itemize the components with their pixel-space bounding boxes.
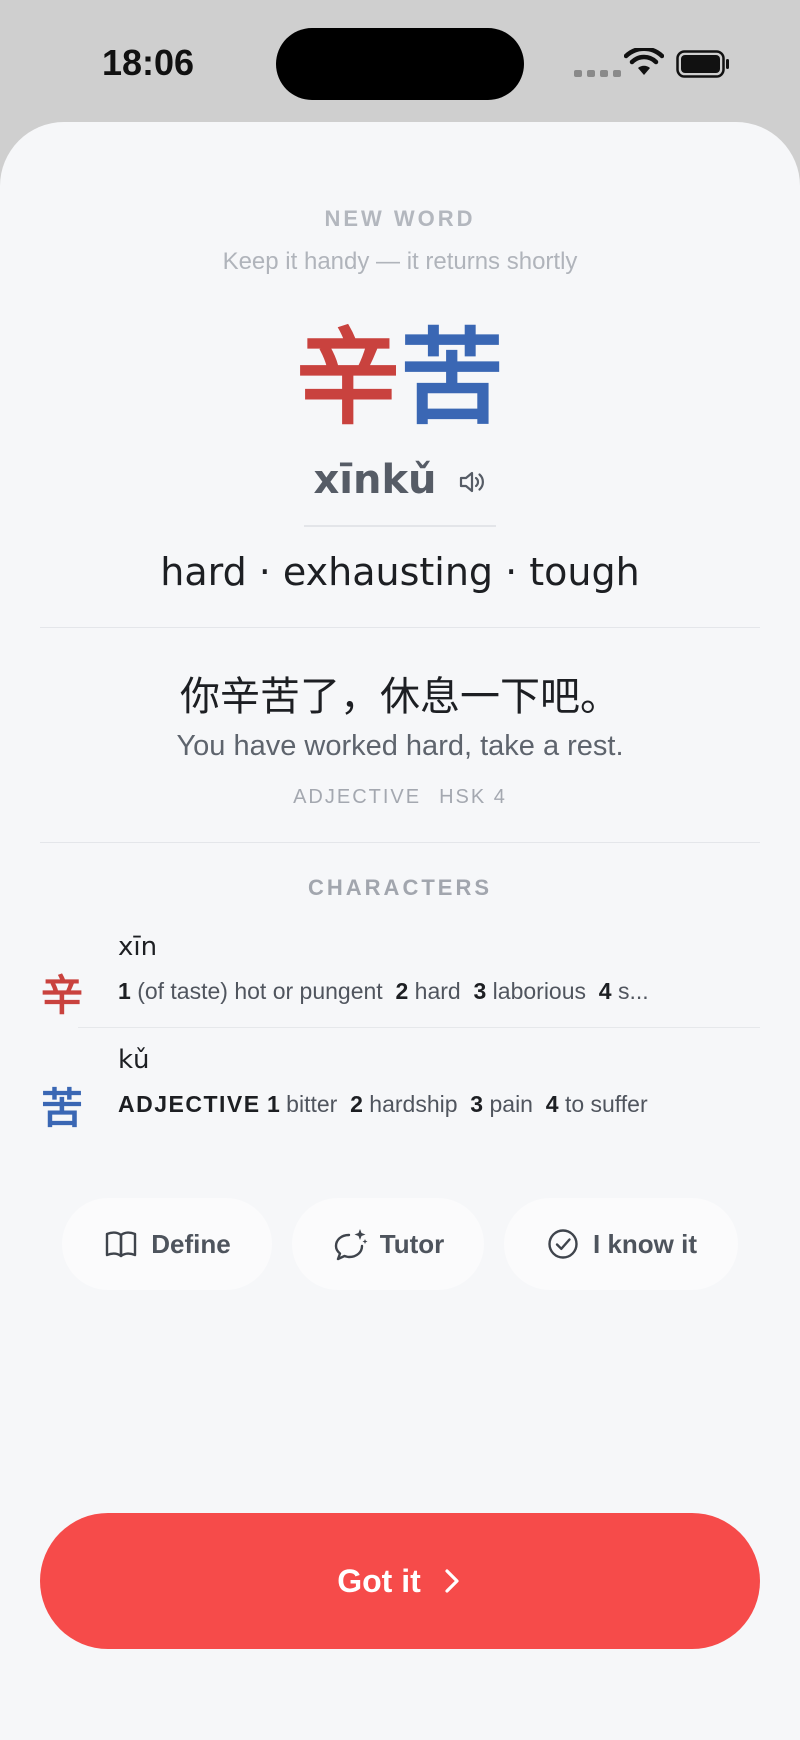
speaker-icon[interactable]	[457, 467, 487, 497]
eyebrow-label: NEW WORD	[324, 206, 476, 231]
character-glyph: 苦	[40, 1084, 83, 1133]
define-button[interactable]: Define	[62, 1198, 272, 1290]
i-know-it-button[interactable]: I know it	[504, 1198, 738, 1290]
got-it-label: Got it	[337, 1562, 421, 1599]
character-pinyin: kǔ	[118, 1045, 150, 1075]
dynamic-island	[276, 28, 524, 100]
character-row[interactable]: 苦 kǔ ADJECTIVE 1 bitter 2 hardship 3 pai…	[40, 1045, 760, 1153]
word-pinyin: xīnkǔ	[313, 457, 437, 503]
example-sentence-english: You have worked hard, take a rest.	[176, 730, 624, 762]
word-char-2: 苦	[400, 317, 505, 439]
characters-section-title: CHARACTERS	[308, 875, 492, 900]
subtitle: Keep it handy — it returns shortly	[222, 248, 578, 275]
example-sentence-chinese: 你辛苦了，休息一下吧。	[180, 674, 620, 720]
part-of-speech-tag: ADJECTIVE	[293, 786, 422, 808]
word-char-1: 辛	[295, 317, 400, 439]
pinyin-row: xīnkǔ	[0, 452, 800, 508]
chevron-right-icon	[445, 1569, 459, 1593]
character-definitions: ADJECTIVE 1 bitter 2 hardship 3 pain 4 t…	[118, 1091, 648, 1117]
define-label: Define	[151, 1228, 231, 1259]
i-know-it-label: I know it	[593, 1228, 697, 1259]
got-it-button[interactable]: Got it	[40, 1513, 760, 1649]
character-definitions: 1 (of taste) hot or pungent 2 hard 3 lab…	[118, 978, 649, 1004]
status-time: 18:06	[102, 42, 195, 83]
chat-sparkle-icon	[334, 1229, 368, 1261]
pinyin-divider	[304, 525, 496, 527]
wifi-icon	[624, 48, 664, 75]
word-characters: 辛苦	[0, 318, 800, 438]
battery-icon	[676, 50, 729, 78]
character-row[interactable]: 辛 xīn 1 (of taste) hot or pungent 2 hard…	[40, 932, 760, 1040]
hsk-level-tag: HSK 4	[439, 786, 507, 808]
character-glyph: 辛	[40, 971, 83, 1020]
cellular-signal-icon	[574, 70, 621, 77]
status-bar: 18:06	[0, 0, 800, 125]
word-meanings: hard · exhausting · tough	[160, 550, 640, 594]
book-icon	[106, 1231, 137, 1258]
check-circle-icon	[548, 1229, 578, 1259]
divider	[40, 627, 760, 628]
word-tags: ADJECTIVE HSK 4	[0, 786, 800, 809]
character-pinyin: xīn	[118, 932, 158, 962]
tutor-label: Tutor	[379, 1228, 445, 1259]
divider	[40, 842, 760, 843]
row-divider	[78, 1027, 760, 1028]
tutor-button[interactable]: Tutor	[292, 1198, 484, 1290]
